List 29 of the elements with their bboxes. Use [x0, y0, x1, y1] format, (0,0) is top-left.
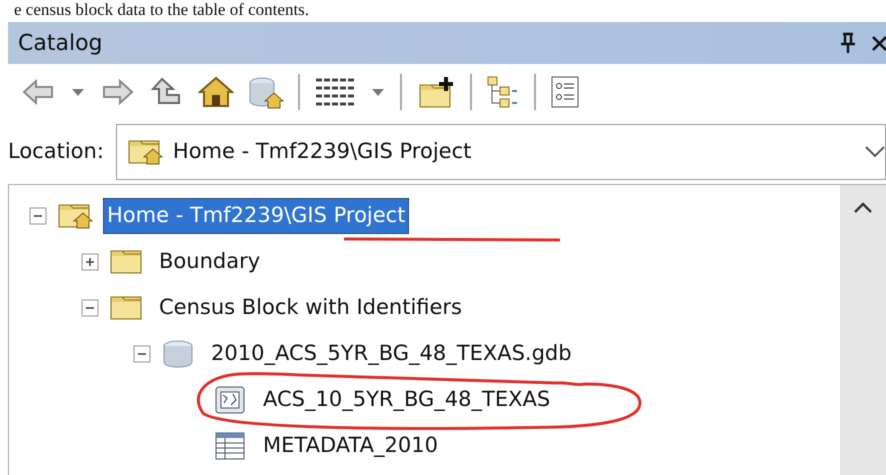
forward-arrow-icon[interactable] — [100, 76, 136, 108]
dropdown-caret-icon[interactable] — [370, 87, 386, 97]
window-title: Catalog — [18, 30, 102, 58]
tree-item[interactable]: ACS_10_5YR_BG_48_TEXAS — [259, 382, 554, 418]
location-value: Home - Tmf2239\GIS Project — [172, 138, 472, 166]
pin-icon[interactable] — [840, 32, 856, 54]
collapse-icon[interactable] — [29, 207, 47, 225]
collapse-icon[interactable] — [81, 299, 99, 317]
tree-item[interactable]: Home - Tmf2239\GIS Project — [103, 198, 410, 234]
tree-view-icon[interactable] — [486, 75, 520, 109]
tree-item[interactable]: Census Block with Identifiers — [155, 290, 466, 326]
scroll-up-icon[interactable] — [853, 201, 873, 213]
caption-text: e census block data to the table of contents. — [13, 0, 310, 20]
scrollbar[interactable] — [840, 185, 886, 475]
collapse-icon[interactable] — [133, 345, 151, 363]
back-arrow-icon[interactable] — [20, 76, 56, 108]
expand-icon[interactable] — [81, 253, 99, 271]
location-combobox[interactable]: Home - Tmf2239\GIS Project — [116, 124, 886, 180]
tree-item[interactable]: Boundary — [155, 244, 264, 280]
tree-item[interactable]: 2010_ACS_5YR_BG_48_TEXAS.gdb — [207, 336, 576, 372]
tree-item[interactable]: METADATA_2010 — [259, 428, 442, 464]
table-grid-icon[interactable] — [314, 76, 356, 108]
list-view-icon[interactable] — [550, 75, 580, 109]
house-icon[interactable] — [198, 75, 234, 109]
chevron-down-icon[interactable] — [865, 146, 885, 158]
database-house-icon[interactable] — [248, 75, 284, 109]
close-icon[interactable] — [872, 34, 886, 52]
dropdown-caret-icon[interactable] — [70, 87, 86, 97]
location-label: Location: — [8, 138, 104, 166]
